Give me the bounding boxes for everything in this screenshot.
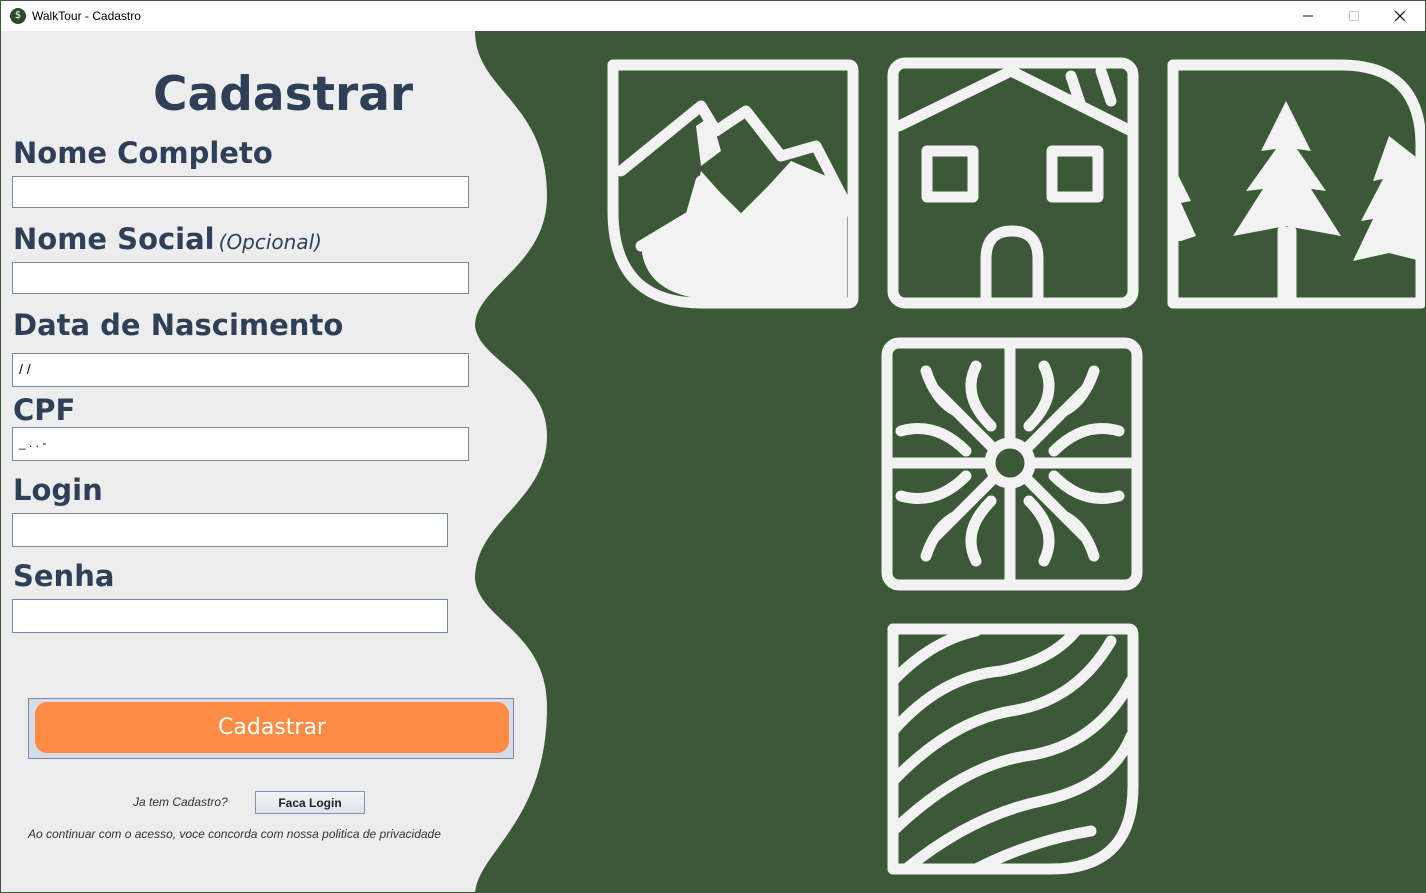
nome-social-input[interactable] <box>12 262 469 294</box>
senha-label: Senha <box>13 559 115 593</box>
walktour-logo-icon: $ <box>10 8 26 24</box>
page-title: Cadastrar <box>153 67 414 122</box>
nome-completo-label: Nome Completo <box>13 136 273 170</box>
faca-login-button[interactable]: Faca Login <box>255 791 365 814</box>
cpf-label: CPF <box>13 393 76 427</box>
minimize-icon <box>1303 15 1313 17</box>
data-nascimento-label: Data de Nascimento <box>13 308 344 342</box>
data-nascimento-input[interactable]: / / <box>12 353 469 387</box>
nome-social-label: Nome Social (Opcional) <box>13 222 322 256</box>
privacy-policy-text: Ao continuar com o acesso, voce concorda… <box>28 827 441 841</box>
close-icon <box>1394 10 1406 22</box>
nome-completo-input[interactable] <box>12 176 469 208</box>
cpf-input[interactable]: _ . . - <box>12 427 469 461</box>
maximize-icon <box>1349 11 1359 21</box>
senha-input[interactable] <box>12 599 448 633</box>
window-title: WalkTour - Cadastro <box>32 9 141 23</box>
maximize-button[interactable] <box>1331 1 1377 31</box>
title-bar[interactable]: $ WalkTour - Cadastro <box>1 1 1425 31</box>
app-window: $ WalkTour - Cadastro Cadastrar Nome Com… <box>0 0 1426 893</box>
login-label: Login <box>13 473 103 507</box>
optional-note: (Opcional) <box>218 230 322 254</box>
login-input[interactable] <box>12 513 448 547</box>
has-account-text: Ja tem Cadastro? <box>133 795 228 809</box>
minimize-button[interactable] <box>1285 1 1331 31</box>
close-button[interactable] <box>1377 1 1423 31</box>
cadastrar-button[interactable]: Cadastrar <box>35 702 509 753</box>
